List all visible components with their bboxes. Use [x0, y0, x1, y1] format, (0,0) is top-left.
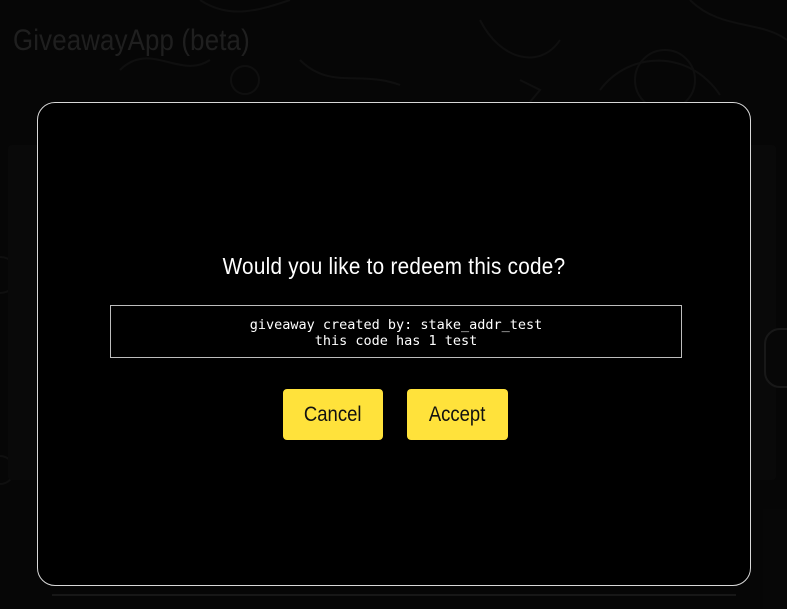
- giveaway-creator-text: giveaway created by: stake_addr_test: [249, 317, 543, 333]
- accept-button[interactable]: Accept: [407, 389, 508, 440]
- code-details-box: giveaway created by: stake_addr_test thi…: [110, 305, 682, 358]
- dialog-title: Would you like to redeem this code?: [222, 253, 566, 279]
- redeem-code-dialog: Would you like to redeem this code? give…: [37, 102, 751, 586]
- code-amount-text: this code has 1 test: [314, 333, 478, 349]
- cancel-button-label: Cancel: [304, 402, 362, 426]
- cancel-button[interactable]: Cancel: [283, 389, 383, 440]
- accept-button-label: Accept: [429, 402, 486, 426]
